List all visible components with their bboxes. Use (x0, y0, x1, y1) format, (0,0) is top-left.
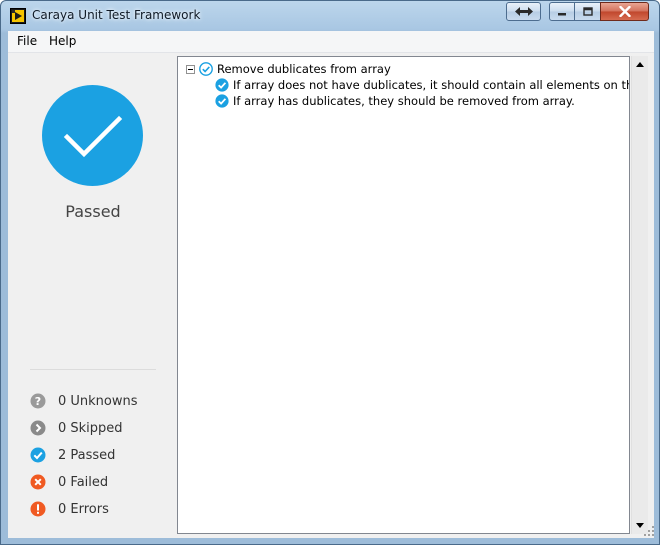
stat-failed-label: 0 Failed (58, 474, 109, 490)
stat-skipped: 0 Skipped (30, 419, 123, 437)
stat-unknowns-label: 0 Unknowns (58, 393, 138, 409)
close-button[interactable] (600, 2, 649, 21)
resize-arrows-button[interactable] (506, 2, 541, 21)
stat-skipped-label: 0 Skipped (58, 420, 123, 436)
check-icon (30, 447, 46, 463)
overall-status: Passed (65, 202, 121, 221)
tree-test-node[interactable]: If array has dublicates, they should be … (215, 93, 575, 109)
test-tree[interactable]: Remove dublicates from array If array do… (177, 56, 630, 534)
app-icon (10, 8, 26, 24)
question-icon: ? (30, 393, 46, 409)
client-area: Passed ? 0 Unknowns 0 Skipped 2 Passed 0… (8, 53, 654, 538)
check-icon (215, 94, 229, 108)
divider (30, 369, 156, 370)
menu-file[interactable]: File (17, 34, 37, 48)
maximize-button[interactable] (574, 2, 601, 21)
stat-errors-label: 0 Errors (58, 501, 109, 517)
stat-unknowns: ? 0 Unknowns (30, 392, 138, 410)
x-icon (30, 474, 46, 490)
stat-errors: 0 Errors (30, 500, 109, 518)
collapse-toggle[interactable] (186, 64, 195, 74)
maximize-icon (582, 7, 593, 16)
summary-panel: Passed ? 0 Unknowns 0 Skipped 2 Passed 0… (8, 53, 175, 538)
suite-label: Remove dublicates from array (217, 62, 391, 76)
minimize-icon (558, 12, 566, 15)
tree-test-node[interactable]: If array does not have dublicates, it sh… (215, 77, 629, 93)
stat-passed: 2 Passed (30, 446, 115, 464)
skip-icon (30, 420, 46, 436)
window-title: Caraya Unit Test Framework (32, 8, 201, 22)
menu-help[interactable]: Help (49, 34, 76, 48)
test-label: If array does not have dublicates, it sh… (233, 78, 629, 92)
arrow-down-icon (636, 523, 644, 528)
title-bar[interactable]: Caraya Unit Test Framework (1, 1, 659, 31)
stat-passed-label: 2 Passed (58, 447, 116, 463)
scroll-up-button[interactable] (632, 56, 648, 73)
passed-check-icon (42, 85, 143, 186)
svg-text:?: ? (35, 395, 41, 408)
minimize-button[interactable] (549, 2, 575, 21)
resize-grip-icon[interactable] (644, 526, 654, 536)
error-icon (30, 501, 46, 517)
vertical-scrollbar[interactable] (631, 56, 648, 534)
check-icon (215, 78, 229, 92)
arrow-up-icon (636, 62, 644, 67)
close-icon (618, 6, 631, 17)
tree-suite-node[interactable]: Remove dublicates from array (186, 61, 391, 77)
check-outline-icon (199, 62, 213, 76)
stat-failed: 0 Failed (30, 473, 108, 491)
double-arrow-icon (514, 7, 533, 16)
app-window: Caraya Unit Test Framework File Help Pas… (0, 0, 660, 545)
menu-bar: File Help (8, 31, 654, 53)
test-label: If array has dublicates, they should be … (233, 94, 575, 108)
